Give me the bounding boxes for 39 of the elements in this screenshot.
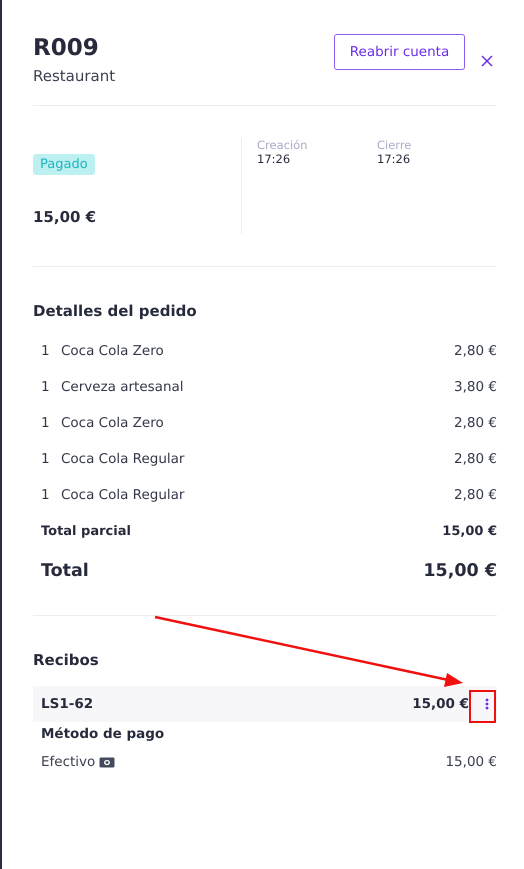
item-name: Cerveza artesanal	[61, 379, 185, 395]
item-price: 2,80 €	[454, 343, 497, 359]
payment-amount: 15,00 €	[445, 754, 497, 770]
subtotal-label: Total parcial	[41, 524, 132, 538]
time-value: 17:26	[377, 152, 412, 166]
item-name: Coca Cola Zero	[61, 343, 165, 359]
section-heading: Detalles del pedido	[33, 302, 198, 320]
item-price: 2,80 €	[454, 451, 497, 467]
item-name: Coca Cola Zero	[61, 415, 165, 431]
total-value: 15,00 €	[423, 561, 497, 581]
total-label: Total	[41, 561, 90, 581]
close-icon[interactable]	[481, 55, 493, 67]
status-badge: Pagado	[33, 154, 95, 175]
item-name: Coca Cola Regular	[61, 451, 186, 467]
cash-icon	[99, 756, 116, 768]
item-quantity: 1	[41, 343, 51, 359]
item-quantity: 1	[41, 487, 51, 503]
receipt-amount: 15,00 €	[412, 696, 469, 712]
item-price: 3,80 €	[454, 379, 497, 395]
receipt-id: LS1-62	[41, 696, 94, 712]
account-title: R009	[33, 34, 100, 63]
account-subtitle: Restaurant	[33, 66, 116, 87]
subtotal-value: 15,00 €	[442, 524, 497, 538]
more-options-icon[interactable]	[485, 698, 489, 710]
item-quantity: 1	[41, 451, 51, 467]
highlight-box	[469, 690, 496, 723]
reopen-button[interactable]: Reabrir cuenta	[334, 34, 465, 70]
time-label: Cierre	[377, 138, 412, 152]
item-name: Coca Cola Regular	[61, 487, 186, 503]
item-quantity: 1	[41, 415, 51, 431]
amount-text: 15,00 €	[33, 208, 98, 226]
section-heading: Recibos	[33, 651, 100, 669]
time-label: Creación	[257, 138, 308, 152]
item-price: 2,80 €	[454, 415, 497, 431]
item-price: 2,80 €	[454, 487, 497, 503]
payment-method: Efectivo	[41, 754, 96, 770]
item-quantity: 1	[41, 379, 51, 395]
time-value: 17:26	[257, 152, 292, 166]
payment-method-heading: Método de pago	[40, 725, 166, 744]
